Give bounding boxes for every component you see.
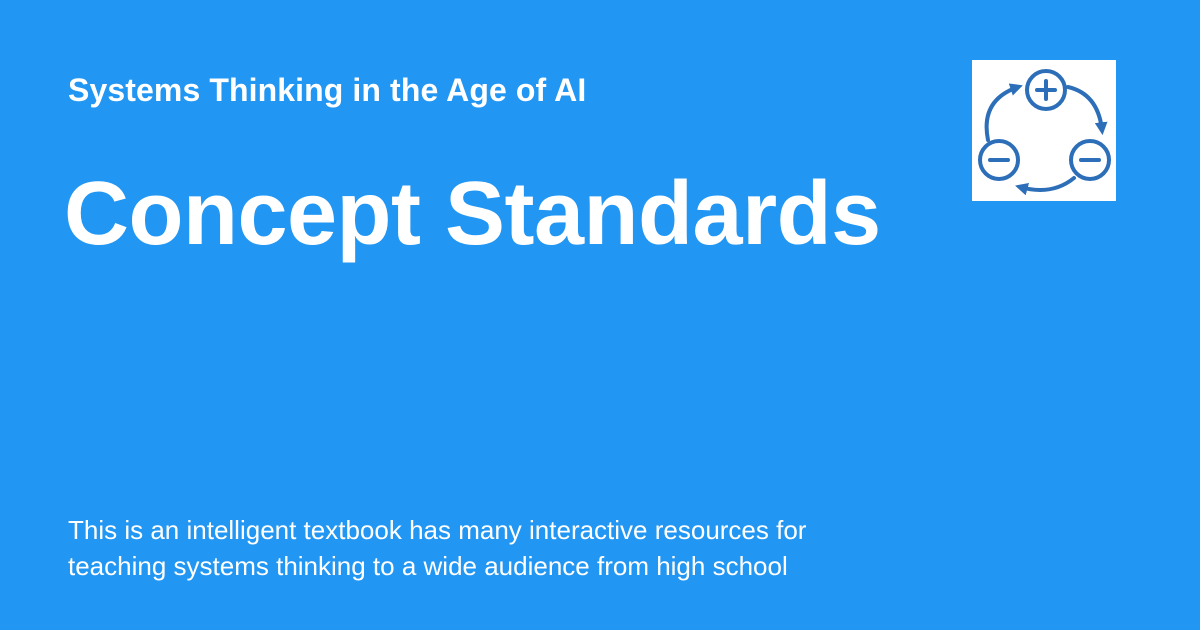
site-logo xyxy=(972,60,1116,201)
loop-arrow-icon xyxy=(1066,85,1108,136)
loop-arrow-icon xyxy=(984,83,1023,142)
feedback-loop-icon xyxy=(978,69,1111,196)
description-line: This is an intelligent textbook has many… xyxy=(68,515,807,545)
site-title: Systems Thinking in the Age of AI xyxy=(68,72,587,108)
loop-arrow-icon xyxy=(1015,176,1076,196)
page-title: Concept Standards xyxy=(64,164,881,264)
social-card: { "site": { "title": "Systems Thinking i… xyxy=(0,0,1200,630)
site-description: This is an intelligent textbook has many… xyxy=(68,512,928,584)
description-line: teaching systems thinking to a wide audi… xyxy=(68,551,788,581)
